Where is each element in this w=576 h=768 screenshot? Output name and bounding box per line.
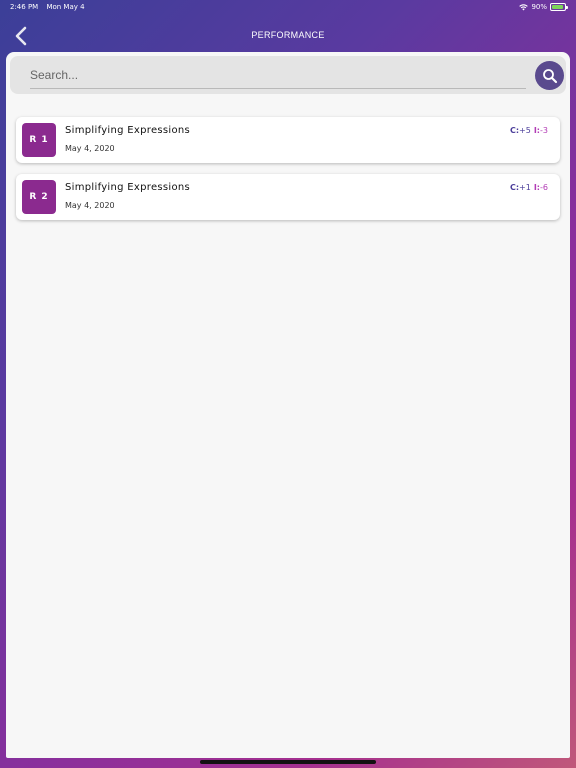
- incorrect-value: -6: [540, 183, 548, 192]
- correct-label: C:: [509, 126, 520, 135]
- status-time: 2:46 PM: [10, 3, 39, 11]
- page-title: PERFORMANCE: [251, 30, 325, 40]
- item-stats: C:+5 I:-3: [510, 126, 548, 135]
- incorrect-value: -3: [540, 126, 548, 135]
- item-date: May 4, 2020: [65, 201, 115, 210]
- search-icon: [542, 68, 557, 83]
- search-button[interactable]: [535, 61, 564, 90]
- search-input[interactable]: [30, 62, 526, 89]
- battery-icon: [550, 3, 568, 11]
- status-bar: 2:46 PM Mon May 4 90%: [0, 0, 576, 14]
- status-left: 2:46 PM Mon May 4: [10, 0, 91, 14]
- item-title: Simplifying Expressions: [65, 182, 191, 193]
- search-bar: [10, 56, 566, 94]
- correct-value: +5: [519, 126, 531, 135]
- status-right: 90%: [519, 0, 568, 14]
- status-date: Mon May 4: [46, 3, 85, 11]
- correct-value: +1: [519, 183, 531, 192]
- wifi-icon: [519, 3, 529, 10]
- list-item[interactable]: R 1 Simplifying Expressions May 4, 2020 …: [16, 117, 560, 163]
- round-badge: R 2: [22, 180, 56, 214]
- item-title: Simplifying Expressions: [65, 125, 191, 136]
- round-badge: R 1: [22, 123, 56, 157]
- item-stats: C:+1 I:-6: [510, 183, 548, 192]
- battery-percent: 90%: [531, 3, 547, 11]
- item-date: May 4, 2020: [65, 144, 115, 153]
- nav-bar: PERFORMANCE: [0, 20, 576, 50]
- correct-label: C:: [509, 183, 520, 192]
- list-item[interactable]: R 2 Simplifying Expressions May 4, 2020 …: [16, 174, 560, 220]
- content-panel: R 1 Simplifying Expressions May 4, 2020 …: [6, 52, 570, 758]
- home-indicator[interactable]: [200, 760, 376, 764]
- performance-list: R 1 Simplifying Expressions May 4, 2020 …: [16, 117, 560, 231]
